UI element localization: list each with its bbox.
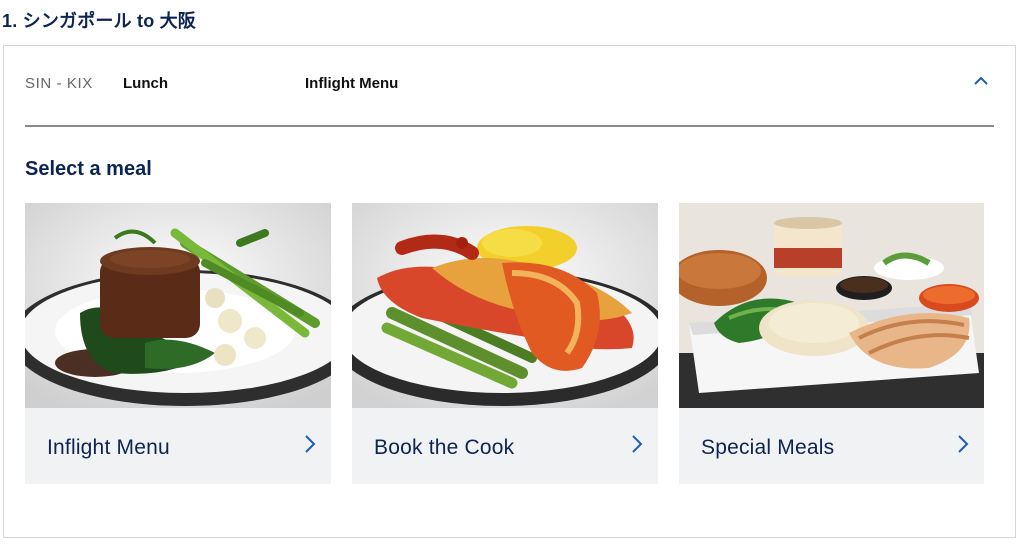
card-label: Book the Cook — [374, 436, 515, 459]
menu-type-label: Inflight Menu — [305, 75, 399, 92]
route-label: SIN - KIX — [25, 75, 93, 92]
chevron-right-icon[interactable] — [955, 432, 971, 456]
chicken-rice-tray-photo — [679, 203, 984, 408]
card-label: Inflight Menu — [47, 436, 170, 459]
chevron-right-icon[interactable] — [629, 432, 645, 456]
chevron-up-icon[interactable] — [970, 70, 992, 92]
select-meal-heading: Select a meal — [25, 158, 152, 180]
chevron-right-icon[interactable] — [302, 432, 318, 456]
steak-dish-photo — [25, 203, 331, 408]
section-title: 1. シンガポール to 大阪 — [2, 11, 197, 31]
header-divider — [25, 125, 994, 127]
flight-header[interactable]: SIN - KIX Lunch Inflight Menu — [4, 46, 1015, 126]
meal-card-inflight-menu[interactable]: Inflight Menu — [25, 203, 331, 484]
meal-panel: SIN - KIX Lunch Inflight Menu Select a m… — [3, 45, 1016, 538]
card-footer: Inflight Menu — [25, 408, 331, 484]
card-footer: Special Meals — [679, 408, 984, 484]
meal-card-book-the-cook[interactable]: Book the Cook — [352, 203, 658, 484]
lobster-dish-photo — [352, 203, 658, 408]
card-footer: Book the Cook — [352, 408, 658, 484]
meal-time-label: Lunch — [123, 75, 168, 92]
meal-card-special-meals[interactable]: Special Meals — [679, 203, 984, 484]
card-label: Special Meals — [701, 436, 835, 459]
